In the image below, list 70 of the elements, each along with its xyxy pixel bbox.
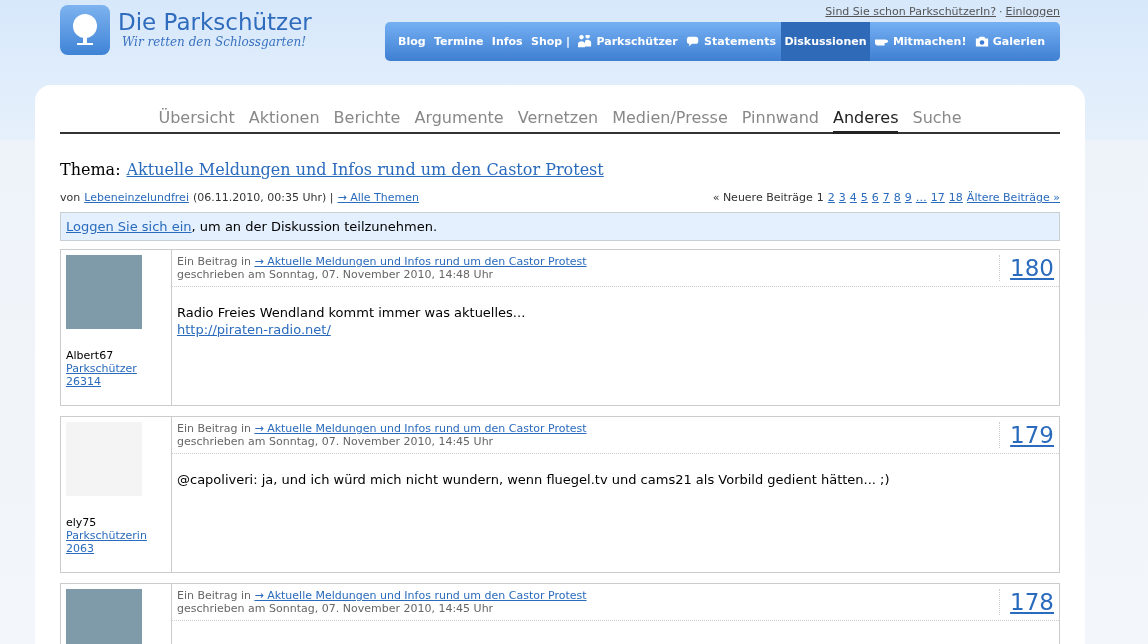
author-link[interactable]: Lebeneinzelundfrei [84, 191, 189, 204]
by-label: von [60, 191, 81, 204]
nav-item[interactable]: Parkschützer [575, 22, 681, 61]
role-link[interactable]: Parkschützerin [66, 529, 166, 542]
post-location: Ein Beitrag in → Aktuelle Meldungen und Infos rund um den Castor Protest [177, 422, 587, 435]
member-number-link[interactable]: 26314 [66, 375, 166, 388]
topic-link[interactable]: → Aktuelle Meldungen und Infos rund um den Castor Protest [254, 589, 587, 602]
page-link[interactable]: 5 [860, 191, 868, 204]
post-date: geschrieben am Sonntag, 07. November 2010, 14:45 Uhr [177, 602, 495, 615]
page-link[interactable]: 4 [849, 191, 857, 204]
login-notice: Loggen Sie sich ein, um an der Diskussion teilzunehmen. [60, 212, 1060, 241]
page-link[interactable]: 8 [893, 191, 901, 204]
post-location: Ein Beitrag in → Aktuelle Meldungen und Infos rund um den Castor Protest [177, 255, 587, 268]
page-link[interactable]: 3 [838, 191, 846, 204]
page-link[interactable]: 17 [930, 191, 945, 204]
nav-item[interactable]: Galerien [971, 22, 1048, 61]
section-tab[interactable]: Pinnwand [741, 103, 819, 134]
camera-icon [974, 34, 989, 49]
section-tab[interactable]: Aktionen [248, 103, 320, 134]
tree-logo-icon[interactable] [60, 5, 110, 55]
site-title[interactable]: Die Parkschützer [118, 9, 312, 35]
post-date: geschrieben am Sonntag, 07. November 2010, 14:45 Uhr [177, 435, 495, 448]
older-posts-link[interactable]: Ältere Beiträge » [966, 191, 1060, 204]
page-link[interactable]: 6 [871, 191, 879, 204]
topic-label: Thema: [60, 160, 121, 179]
page-link[interactable]: 18 [948, 191, 963, 204]
nav-item[interactable]: Diskussionen [781, 22, 870, 61]
username: ely75 [66, 516, 98, 529]
nav-item[interactable]: Mitmachen! [871, 22, 970, 61]
post-date: geschrieben am Sonntag, 07. November 2010, 14:48 Uhr [177, 268, 495, 281]
people-icon [578, 34, 593, 49]
page-link[interactable]: 7 [882, 191, 890, 204]
post-number-link[interactable]: 179 [999, 422, 1054, 448]
section-tab[interactable]: Vernetzen [517, 103, 599, 134]
section-tab[interactable]: Argumente [414, 103, 504, 134]
topic-link[interactable]: → Aktuelle Meldungen und Infos rund um den Castor Protest [254, 255, 587, 268]
username: Albert67 [66, 349, 115, 362]
page-link[interactable]: … [915, 191, 927, 204]
topic-link[interactable]: → Aktuelle Meldungen und Infos rund um den Castor Protest [254, 422, 587, 435]
page-link[interactable]: 2 [827, 191, 835, 204]
nav-item[interactable]: Infos [488, 22, 526, 61]
all-topics-link[interactable]: → Alle Themen [337, 191, 419, 204]
site-tagline: Wir retten den Schlossgarten! [122, 35, 308, 49]
topic-title-link[interactable]: Aktuelle Meldungen und Infos rund um den Castor Protest [126, 160, 604, 179]
nav-item[interactable]: Statements [683, 22, 779, 61]
post-location: Ein Beitrag in → Aktuelle Meldungen und Infos rund um den Castor Protest [177, 589, 587, 602]
role-link[interactable]: Parkschützer [66, 362, 166, 375]
post-number-link[interactable]: 178 [999, 589, 1054, 615]
section-tab[interactable]: Berichte [333, 103, 401, 134]
nav-item[interactable]: Blog [395, 22, 429, 61]
nav-item[interactable]: Shop | [528, 22, 574, 61]
current-page: 1 [816, 191, 824, 204]
post-text: Radio Freies Wendland kommt immer was aktuelles... [177, 305, 527, 320]
post-number-link[interactable]: 180 [999, 255, 1054, 281]
signup-link[interactable]: Sind Sie schon ParkschützerIn? [825, 5, 997, 18]
speech-icon [686, 34, 701, 49]
newer-posts-label: « Neuere Beiträge [712, 191, 813, 204]
separator-dot: · [999, 5, 1003, 18]
page-link[interactable]: 9 [904, 191, 912, 204]
member-number-link[interactable]: 2063 [66, 542, 166, 555]
login-link[interactable]: Einloggen [1005, 5, 1060, 18]
topic-date: (06.11.2010, 00:35 Uhr) | [192, 191, 334, 204]
section-tab[interactable]: Medien/Presse [612, 103, 728, 134]
login-link[interactable]: Loggen Sie sich ein [66, 219, 192, 234]
section-tab[interactable]: Suche [912, 103, 962, 134]
section-tab[interactable]: Anderes [833, 103, 899, 134]
section-tab[interactable]: Übersicht [158, 103, 235, 134]
nav-item[interactable]: Termine [431, 22, 487, 61]
post-text: @capoliveri: ja, und ich würd mich nicht wundern, wenn fluegel.tv und cams21 als Vorbild gedient hätten... ;) [177, 472, 891, 487]
post-link[interactable]: http://piraten-radio.net/ [177, 322, 1054, 337]
